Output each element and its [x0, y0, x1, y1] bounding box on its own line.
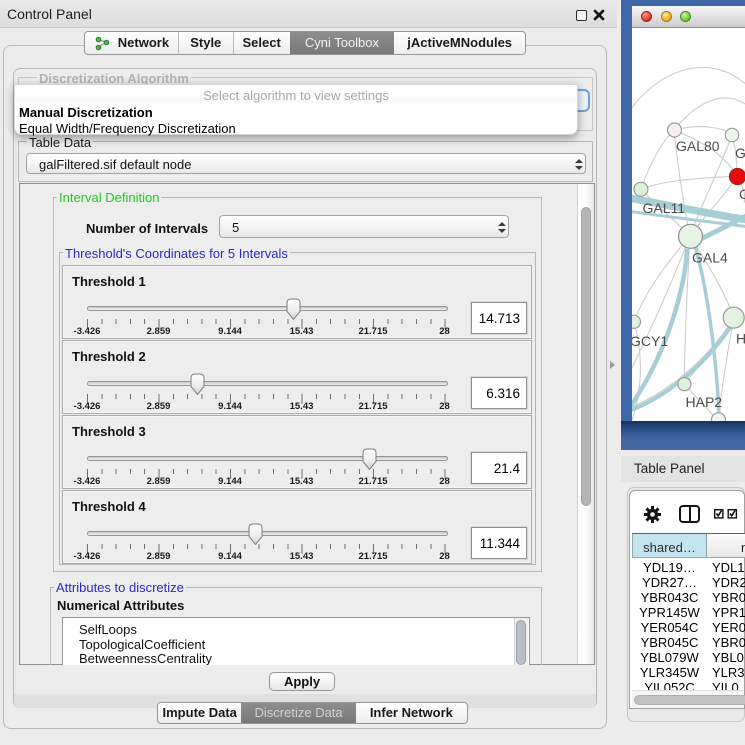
- svg-text:GCY1: GCY1: [632, 333, 668, 349]
- svg-text:GAL11: GAL11: [643, 200, 686, 216]
- svg-text:HAP2: HAP2: [686, 394, 723, 410]
- svg-text:GAL4: GAL4: [692, 250, 728, 266]
- svg-text:C: C: [739, 186, 745, 202]
- svg-text:H: H: [736, 331, 745, 347]
- svg-text:GAL80: GAL80: [676, 138, 720, 154]
- svg-text:GA: GA: [735, 145, 745, 161]
